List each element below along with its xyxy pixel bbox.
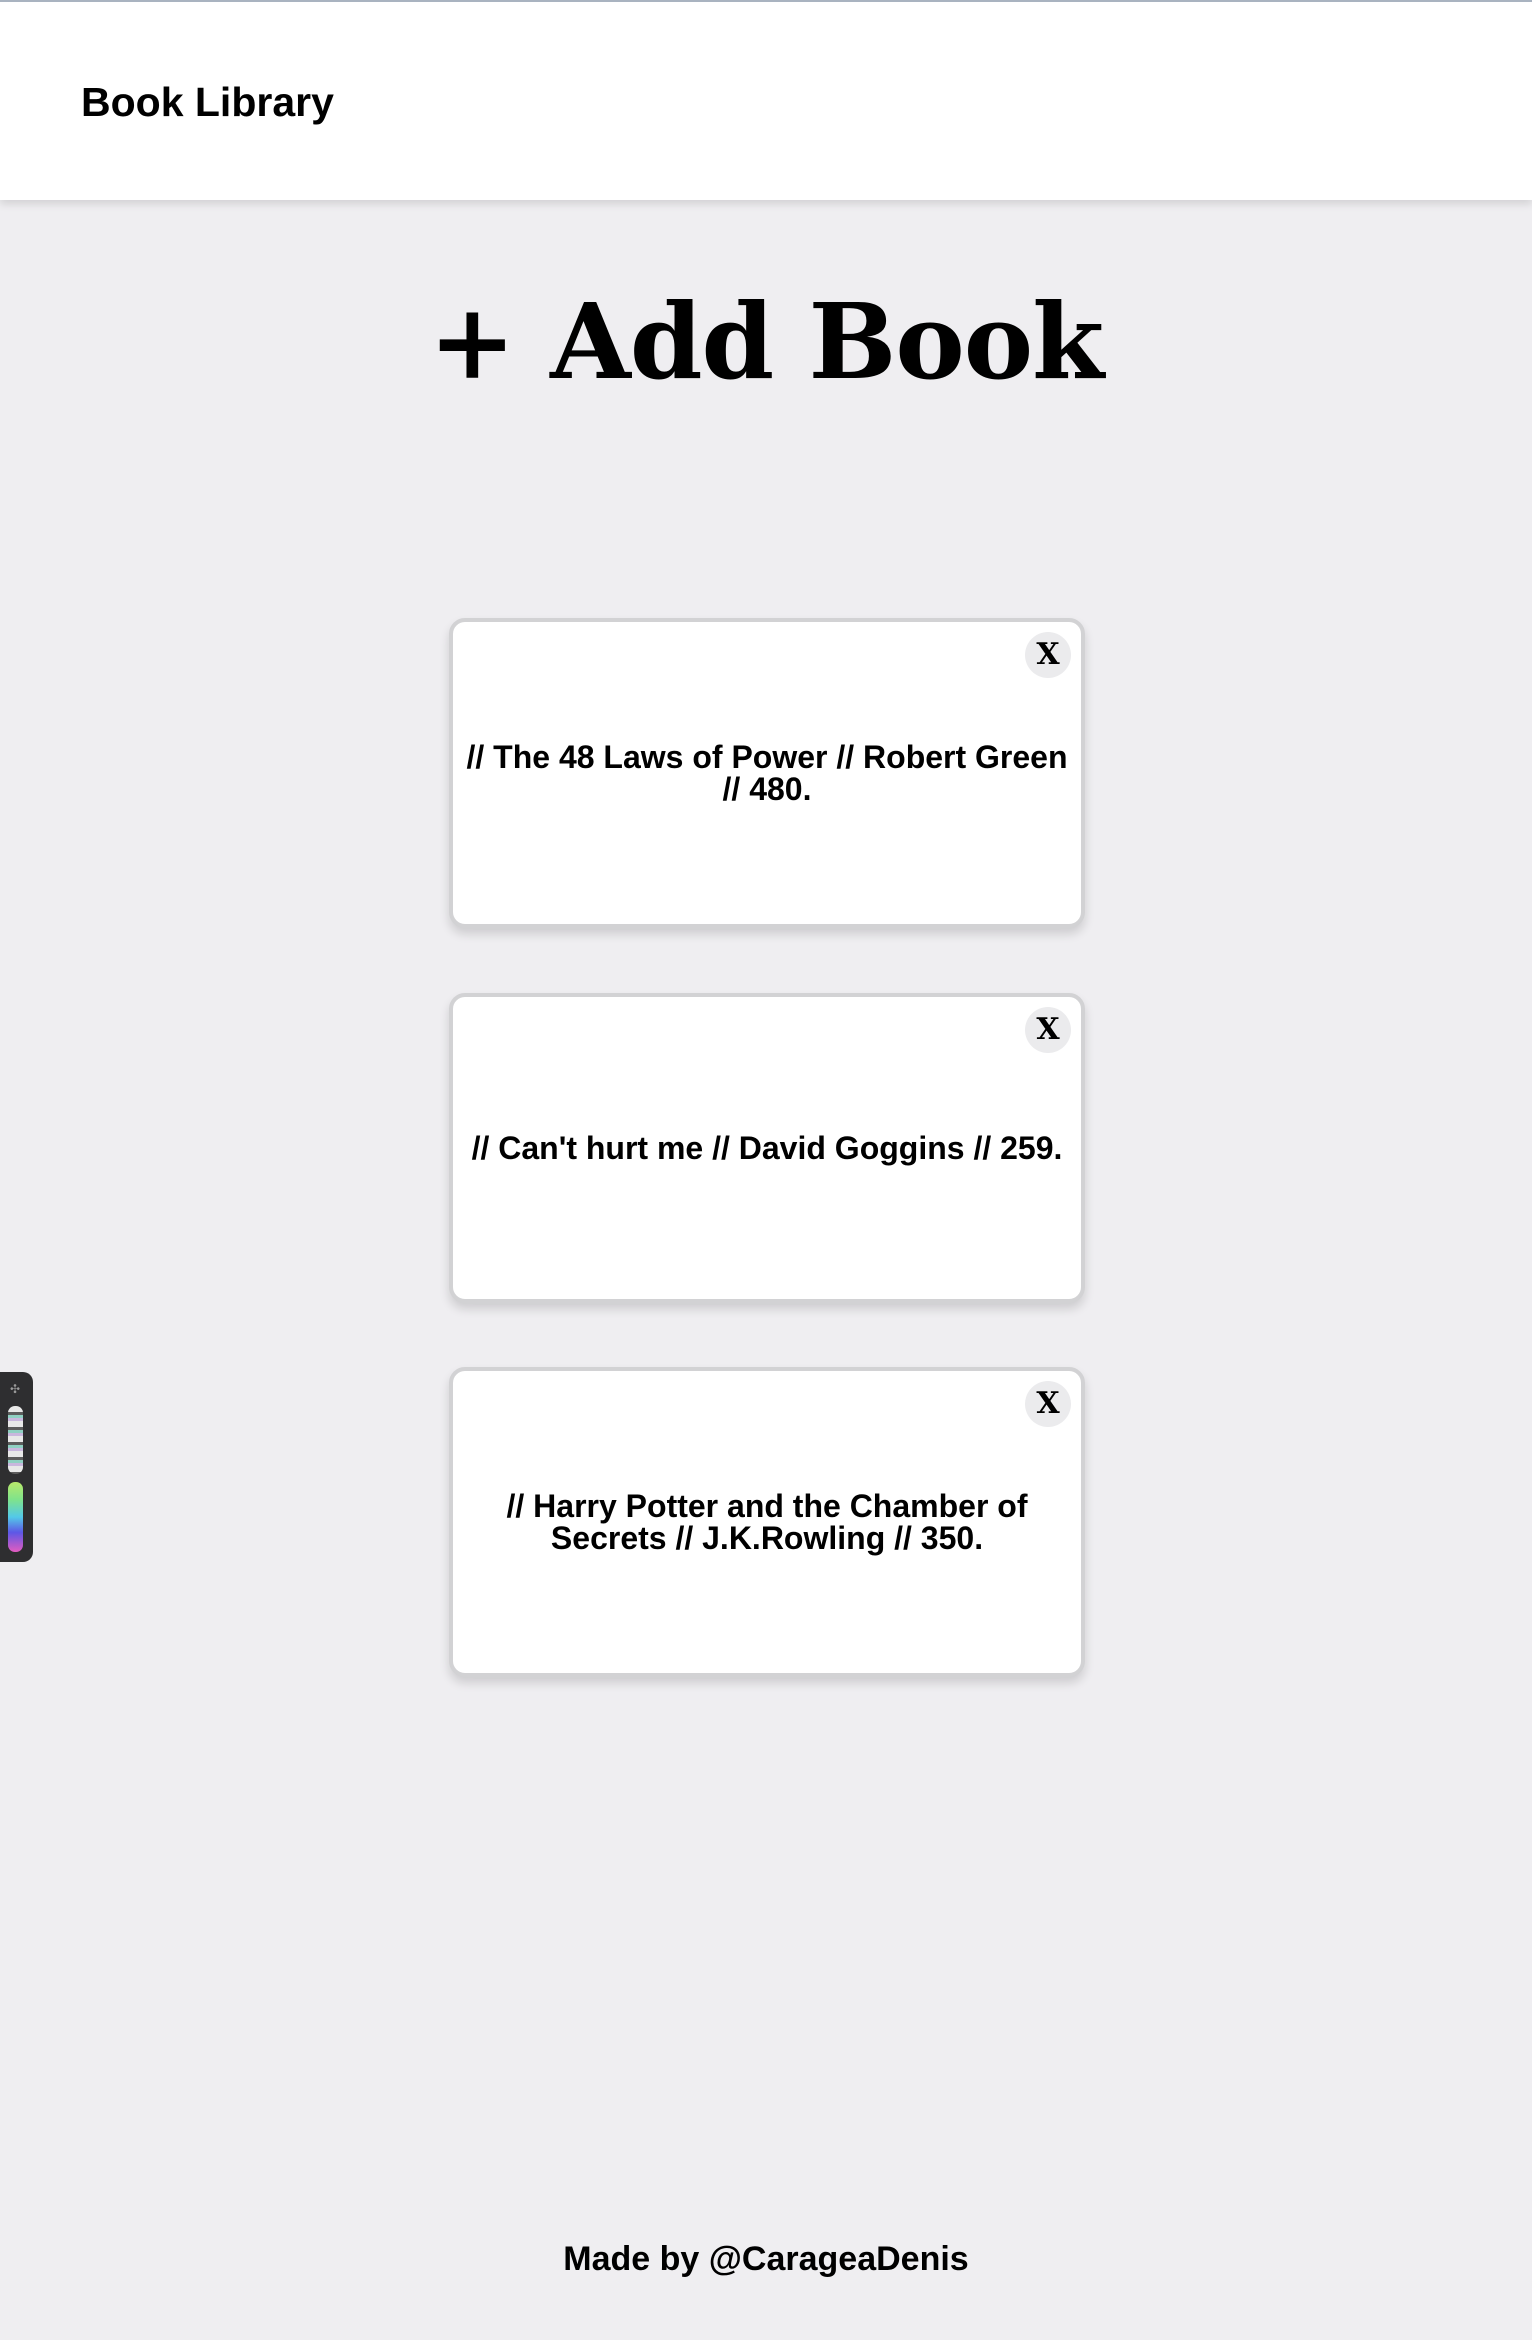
footer-credit: Made by @CarageaDenis (563, 2240, 969, 2278)
color-gradient-icon[interactable] (8, 1482, 23, 1552)
book-card: X // The 48 Laws of Power // Robert Gree… (449, 618, 1085, 928)
book-info: // Harry Potter and the Chamber of Secre… (506, 1488, 1028, 1556)
close-icon[interactable]: X (1025, 632, 1071, 678)
add-book-button[interactable]: + Add Book (0, 282, 1532, 402)
color-palette-widget[interactable]: ✣ (0, 1372, 33, 1562)
book-card: X // Harry Potter and the Chamber of Sec… (449, 1367, 1085, 1677)
app-title: Book Library (81, 79, 334, 125)
palette-swatches-icon[interactable] (8, 1406, 23, 1474)
book-info: // The 48 Laws of Power // Robert Green … (466, 739, 1068, 807)
drag-handle-icon[interactable]: ✣ (8, 1382, 22, 1396)
book-card: X // Can't hurt me // David Goggins // 2… (449, 993, 1085, 1303)
close-icon[interactable]: X (1025, 1381, 1071, 1427)
close-icon[interactable]: X (1025, 1007, 1071, 1053)
app-header: Book Library (0, 0, 1532, 200)
book-info: // Can't hurt me // David Goggins // 259… (471, 1130, 1063, 1166)
